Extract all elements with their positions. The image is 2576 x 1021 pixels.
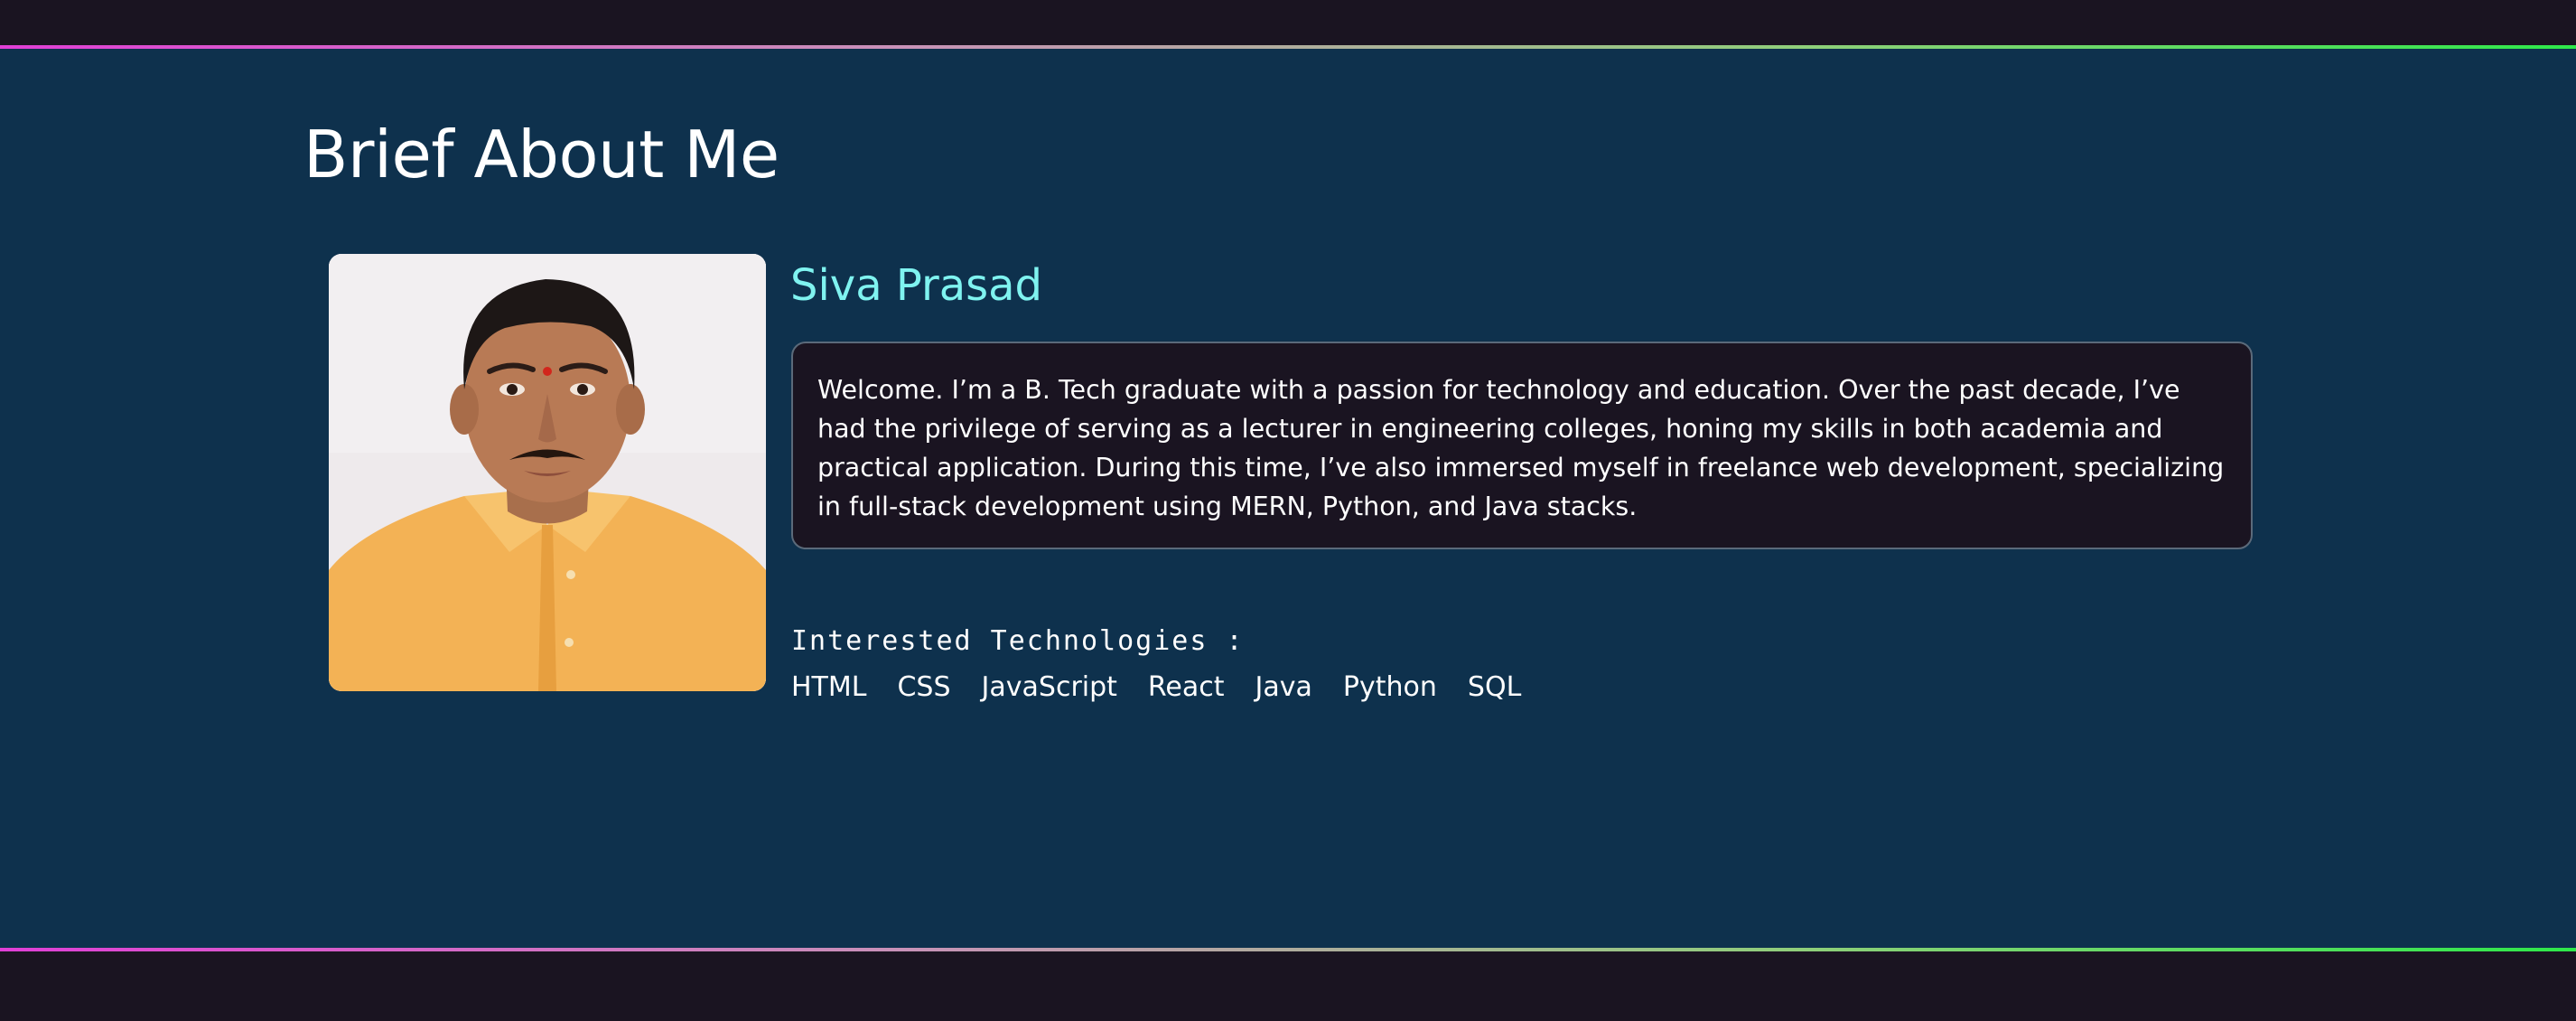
bio-text: Welcome. I’m a B. Tech graduate with a p… [817,375,2225,521]
top-bar [0,0,2576,46]
tech-item-react: React [1147,671,1225,703]
technologies-list: HTML CSS JavaScript React Java Python SQ… [791,670,1521,706]
bio-card: Welcome. I’m a B. Tech graduate with a p… [791,342,2253,549]
tech-item-java: Java [1255,671,1312,703]
tech-item-html: HTML [791,671,867,703]
profile-name: Siva Prasad [790,260,1043,311]
technologies-label: Interested Technologies : [791,625,1245,657]
profile-photo [329,254,766,691]
bottom-bar [0,951,2576,1021]
tech-item-python: Python [1342,671,1437,703]
tech-item-css: CSS [897,671,951,703]
tech-item-sql: SQL [1467,671,1522,703]
tech-item-javascript: JavaScript [981,671,1117,703]
section-title: Brief About Me [303,117,779,192]
